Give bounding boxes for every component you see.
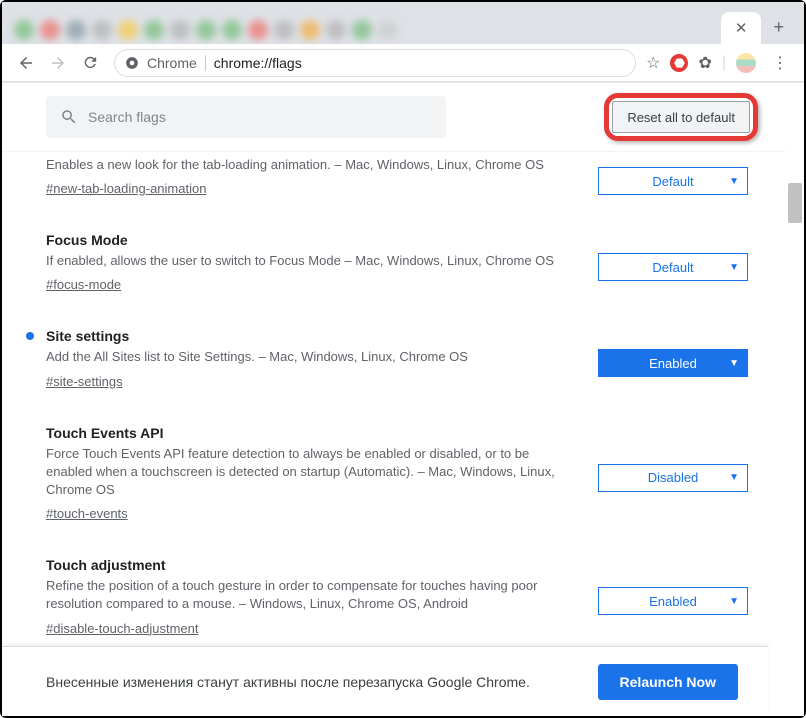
flag-dropdown-value: Disabled: [648, 470, 699, 485]
flag-control: Enabled ▼: [598, 328, 756, 390]
flag-entry: Focus Mode If enabled, allows the user to…: [46, 216, 756, 312]
chrome-icon: [125, 56, 139, 70]
flag-control: Default ▼: [598, 232, 756, 294]
chevron-down-icon: ▼: [729, 358, 739, 369]
active-tab[interactable]: ✕: [721, 12, 762, 44]
close-tab-icon[interactable]: ✕: [731, 19, 752, 37]
search-flags-input[interactable]: Search flags: [46, 96, 446, 138]
flag-anchor-link[interactable]: #disable-touch-adjustment: [46, 621, 198, 636]
relaunch-footer: Внесенные изменения станут активны после…: [2, 646, 768, 716]
flag-title: Focus Mode: [46, 232, 578, 248]
flag-anchor-link[interactable]: #site-settings: [46, 374, 123, 389]
flag-anchor-link[interactable]: #new-tab-loading-animation: [46, 181, 206, 196]
flag-description: Refine the position of a touch gesture i…: [46, 577, 578, 613]
forward-button[interactable]: [44, 49, 72, 77]
flag-anchor-link[interactable]: #focus-mode: [46, 277, 121, 292]
chevron-down-icon: ▼: [729, 262, 739, 273]
new-tab-button[interactable]: +: [761, 17, 796, 44]
flag-dropdown-value: Enabled: [649, 356, 697, 371]
flag-dropdown[interactable]: Enabled ▼: [598, 349, 748, 377]
extension-gear-icon[interactable]: ✿: [698, 53, 711, 73]
extension-badge-icon[interactable]: ⬣: [670, 54, 688, 72]
flag-entry: Site settings Add the All Sites list to S…: [46, 312, 756, 408]
flag-control: Enabled ▼: [598, 557, 756, 637]
relaunch-message: Внесенные изменения станут активны после…: [46, 674, 598, 690]
browser-toolbar: Chrome chrome://flags ☆ ⬣ ✿ | ⋮: [2, 44, 804, 82]
profile-avatar[interactable]: [736, 53, 756, 73]
flag-entry: Touch adjustment Refine the position of a…: [46, 541, 756, 655]
extension-icons: ⬣ ✿ |: [664, 53, 762, 73]
flag-text-block: Touch Events API Force Touch Events API f…: [46, 425, 598, 524]
background-tabs-blurred: [10, 20, 398, 44]
flag-text-block: Focus Mode If enabled, allows the user to…: [46, 232, 598, 294]
url-text: chrome://flags: [214, 55, 302, 71]
flag-title: Touch Events API: [46, 425, 578, 441]
flag-description: Enables a new look for the tab-loading a…: [46, 156, 578, 174]
flag-title: Site settings: [46, 328, 578, 344]
reset-button-highlight: Reset all to default: [606, 95, 756, 139]
address-bar[interactable]: Chrome chrome://flags: [114, 49, 636, 77]
flag-control: Default ▼: [598, 156, 756, 198]
kebab-menu-icon[interactable]: ⋮: [766, 53, 794, 73]
flag-control: Disabled ▼: [598, 425, 756, 524]
chevron-down-icon: ▼: [729, 472, 739, 483]
flag-dropdown[interactable]: Disabled ▼: [598, 464, 748, 492]
back-button[interactable]: [12, 49, 40, 77]
flag-text-block: Enables a new look for the tab-loading a…: [46, 156, 598, 198]
reload-button[interactable]: [76, 49, 104, 77]
tab-strip: ✕ +: [2, 2, 804, 44]
relaunch-button[interactable]: Relaunch Now: [598, 664, 738, 700]
toolbar-separator: |: [722, 54, 726, 72]
scrollbar-thumb[interactable]: [788, 183, 802, 223]
flag-entry: Enables a new look for the tab-loading a…: [46, 152, 756, 216]
flag-title: Touch adjustment: [46, 557, 578, 573]
flag-dropdown-value: Default: [652, 174, 693, 189]
search-icon: [60, 108, 78, 126]
flag-dropdown-value: Enabled: [649, 594, 697, 609]
flag-description: If enabled, allows the user to switch to…: [46, 252, 578, 270]
flag-dropdown[interactable]: Default ▼: [598, 167, 748, 195]
flag-dropdown-value: Default: [652, 260, 693, 275]
flags-list: Enables a new look for the tab-loading a…: [2, 152, 786, 656]
flag-dropdown[interactable]: Default ▼: [598, 253, 748, 281]
flags-header-row: Search flags Reset all to default: [2, 83, 786, 152]
search-placeholder: Search flags: [88, 109, 166, 125]
flag-description: Force Touch Events API feature detection…: [46, 445, 578, 500]
page-content: Search flags Reset all to default Enable…: [2, 82, 804, 716]
flag-text-block: Site settings Add the All Sites list to S…: [46, 328, 598, 390]
chevron-down-icon: ▼: [729, 176, 739, 187]
flag-entry: Touch Events API Force Touch Events API f…: [46, 409, 756, 542]
omnibox-divider: [205, 55, 206, 71]
url-scheme-label: Chrome: [147, 55, 197, 71]
flag-dropdown[interactable]: Enabled ▼: [598, 587, 748, 615]
chevron-down-icon: ▼: [729, 596, 739, 607]
bookmark-star-icon[interactable]: ☆: [646, 53, 660, 73]
reset-all-button[interactable]: Reset all to default: [612, 101, 750, 133]
flag-description: Add the All Sites list to Site Settings.…: [46, 348, 578, 366]
flag-text-block: Touch adjustment Refine the position of a…: [46, 557, 598, 637]
modified-indicator-dot: [26, 332, 34, 340]
flag-anchor-link[interactable]: #touch-events: [46, 506, 128, 521]
